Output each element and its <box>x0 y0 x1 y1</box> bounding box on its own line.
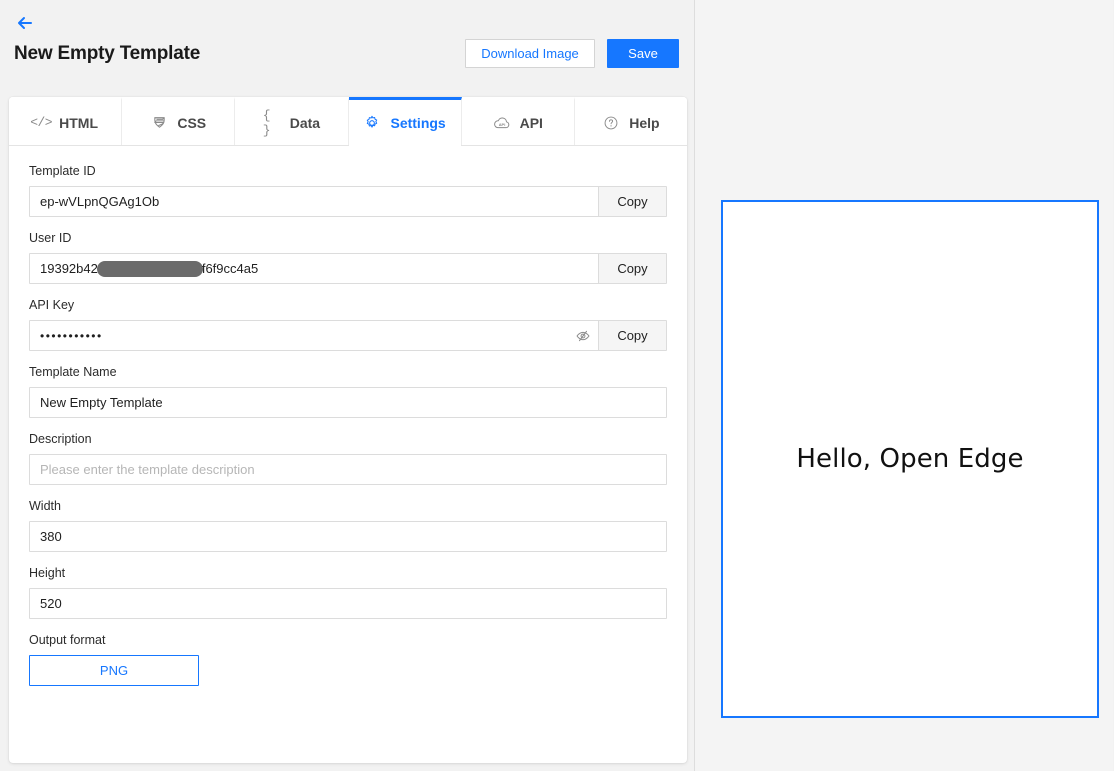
save-button[interactable]: Save <box>607 39 679 68</box>
field-description: Description Please enter the template de… <box>29 432 667 485</box>
svg-text:API: API <box>498 121 505 126</box>
redaction-bar <box>96 260 203 277</box>
settings-form: Template ID ep-wVLpnQGAg1Ob Copy User ID… <box>9 146 687 763</box>
editor-tabs: </> HTML CSS { } Data Settings API API H… <box>9 97 687 146</box>
tab-api[interactable]: API API <box>461 97 575 145</box>
api-key-masked-value: ••••••••••• <box>40 328 103 343</box>
output-format-png-button[interactable]: PNG <box>29 655 199 686</box>
width-input[interactable]: 380 <box>29 521 667 552</box>
tab-settings[interactable]: Settings <box>348 97 462 146</box>
tab-css[interactable]: CSS <box>122 97 236 145</box>
editor-topbar: New Empty Template Download Image Save <box>0 0 694 68</box>
cloud-api-icon: API <box>493 114 511 132</box>
eye-slash-icon[interactable] <box>568 321 598 350</box>
field-label: User ID <box>29 231 72 245</box>
description-input[interactable]: Please enter the template description <box>29 454 667 485</box>
page-title: New Empty Template <box>14 42 201 64</box>
tab-label: API <box>519 114 543 131</box>
api-key-input[interactable]: ••••••••••• <box>30 321 568 350</box>
user-id-prefix: 19392b42 <box>40 261 98 276</box>
user-id-input-group: 19392b42 f6f9cc4a5 Copy <box>29 253 667 284</box>
field-label: API Key <box>29 298 75 312</box>
back-row <box>14 10 680 36</box>
copy-template-id-button[interactable]: Copy <box>598 187 666 216</box>
css-icon <box>150 114 168 132</box>
gear-icon <box>363 114 381 132</box>
preview-canvas[interactable]: Hello, Open Edge <box>721 200 1099 718</box>
field-label: Height <box>29 566 66 580</box>
tab-html[interactable]: </> HTML <box>9 97 123 145</box>
tab-label: Data <box>289 114 321 131</box>
template-id-input-group: ep-wVLpnQGAg1Ob Copy <box>29 186 667 217</box>
field-output-format: Output format PNG <box>29 633 667 686</box>
template-id-input[interactable]: ep-wVLpnQGAg1Ob <box>30 187 598 216</box>
question-circle-icon <box>602 114 620 132</box>
copy-user-id-button[interactable]: Copy <box>598 254 666 283</box>
field-height: Height 520 <box>29 566 667 619</box>
tab-label: HTML <box>59 114 99 131</box>
template-name-input[interactable]: New Empty Template <box>29 387 667 418</box>
editor-pane: New Empty Template Download Image Save <… <box>0 0 695 771</box>
braces-icon: { } <box>262 107 271 138</box>
field-api-key: API Key ••••••••••• Copy <box>29 298 667 351</box>
field-label: Template ID <box>29 164 96 178</box>
field-label: Width <box>29 499 61 513</box>
header-actions: Download Image Save <box>465 39 679 68</box>
title-row: New Empty Template Download Image Save <box>14 39 680 68</box>
field-label: Output format <box>29 633 106 647</box>
field-width: Width 380 <box>29 499 667 552</box>
copy-api-key-button[interactable]: Copy <box>598 321 666 350</box>
code-icon: </> <box>30 115 53 130</box>
download-image-button[interactable]: Download Image <box>465 39 595 68</box>
api-key-input-group: ••••••••••• Copy <box>29 320 667 351</box>
settings-card: </> HTML CSS { } Data Settings API API H… <box>9 97 687 763</box>
field-label: Description <box>29 432 92 446</box>
preview-pane: Hello, Open Edge <box>695 0 1113 771</box>
height-input[interactable]: 520 <box>29 588 667 619</box>
tab-label: Settings <box>390 114 446 131</box>
tab-help[interactable]: Help <box>574 97 687 145</box>
field-user-id: User ID 19392b42 f6f9cc4a5 Copy <box>29 231 667 284</box>
field-template-id: Template ID ep-wVLpnQGAg1Ob Copy <box>29 164 667 217</box>
template-editor-app: New Empty Template Download Image Save <… <box>0 0 1114 771</box>
field-template-name: Template Name New Empty Template <box>29 365 667 418</box>
preview-text: Hello, Open Edge <box>796 444 1024 474</box>
tab-label: CSS <box>177 114 207 131</box>
user-id-suffix: f6f9cc4a5 <box>201 261 259 276</box>
user-id-input[interactable]: 19392b42 f6f9cc4a5 <box>30 254 598 283</box>
arrow-left-icon[interactable] <box>14 12 36 34</box>
field-label: Template Name <box>29 365 117 379</box>
tab-label: Help <box>629 114 660 131</box>
tab-data[interactable]: { } Data <box>235 97 349 145</box>
